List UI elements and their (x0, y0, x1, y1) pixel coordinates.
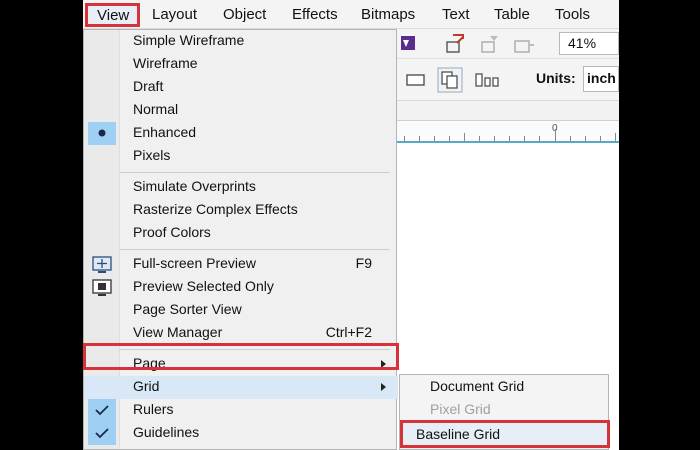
menu-item-proof-colors[interactable]: Proof Colors (84, 222, 398, 245)
property-bar: Units: inch (397, 59, 619, 101)
menu-item-label: Rasterize Complex Effects (133, 201, 298, 217)
menu-item-shortcut: Ctrl+F2 (325, 324, 372, 340)
menu-view-label: View (97, 7, 130, 24)
menu-item-label: Full-screen Preview (133, 255, 256, 271)
menu-effects[interactable]: Effects (292, 6, 338, 23)
menu-item-rulers[interactable]: Rulers (84, 399, 398, 422)
export-icon[interactable] (478, 33, 502, 55)
menu-item-normal[interactable]: Normal (84, 99, 398, 122)
preview-selected-icon (92, 279, 112, 296)
publish-icon[interactable] (512, 33, 536, 55)
menu-item-full-screen-preview[interactable]: Full-screen Preview F9 (84, 253, 398, 276)
menu-separator (120, 172, 390, 173)
menu-item-label: Grid (133, 378, 160, 394)
submenu-item-label: Baseline Grid (416, 426, 501, 442)
radio-dot-icon (98, 129, 106, 137)
menu-item-preview-selected-only[interactable]: Preview Selected Only (84, 276, 398, 299)
menu-item-guidelines[interactable]: Guidelines (84, 422, 398, 445)
menu-item-label: Simple Wireframe (133, 32, 245, 48)
submenu-item-pixel-grid: Pixel Grid (400, 398, 610, 421)
submenu-item-label: Document Grid (430, 378, 525, 394)
submenu-item-label: Pixel Grid (430, 401, 491, 417)
menu-item-enhanced[interactable]: Enhanced (84, 122, 398, 145)
zoom-level-value: 41% (568, 35, 597, 51)
menu-item-label: Page Sorter View (133, 301, 242, 317)
standard-toolbar: 41% (397, 29, 619, 59)
menu-item-label: Proof Colors (133, 224, 211, 240)
menu-view[interactable]: View (85, 3, 140, 27)
grid-item-highlight-frame (83, 343, 399, 370)
menu-item-simulate-overprints[interactable]: Simulate Overprints (84, 176, 398, 199)
checked-indicator (88, 422, 116, 445)
units-label: Units: (536, 70, 576, 86)
submenu-item-document-grid[interactable]: Document Grid (400, 375, 610, 398)
menu-item-wireframe[interactable]: Wireframe (84, 53, 398, 76)
menu-item-view-manager[interactable]: View Manager Ctrl+F2 (84, 322, 398, 345)
menu-tools[interactable]: Tools (555, 6, 590, 23)
menu-item-label: Simulate Overprints (133, 178, 256, 194)
menu-item-rasterize-complex-effects[interactable]: Rasterize Complex Effects (84, 199, 398, 222)
fullscreen-preview-icon (92, 256, 112, 273)
menu-item-page-sorter-view[interactable]: Page Sorter View (84, 299, 398, 322)
corel-logo-icon[interactable] (397, 32, 417, 54)
menu-layout[interactable]: Layout (152, 6, 197, 23)
units-dropdown[interactable]: inch (583, 66, 619, 92)
menu-item-label: Preview Selected Only (133, 278, 274, 294)
menu-item-grid[interactable]: Grid (84, 376, 398, 399)
menu-item-label: Draft (133, 78, 164, 94)
menu-table[interactable]: Table (494, 6, 530, 23)
import-icon[interactable] (443, 33, 467, 55)
submenu-item-baseline-grid[interactable]: Baseline Grid (400, 420, 610, 448)
selected-indicator (88, 122, 116, 145)
menu-item-label: Pixels (133, 147, 171, 163)
menu-separator (120, 249, 390, 250)
menu-item-draft[interactable]: Draft (84, 76, 398, 99)
menu-item-shortcut: F9 (355, 255, 372, 271)
checkmark-icon (95, 428, 109, 439)
menu-item-label: Guidelines (133, 424, 200, 440)
units-value: inch (587, 70, 616, 86)
horizontal-ruler[interactable]: 0 (397, 121, 619, 143)
current-page-icon[interactable] (473, 70, 503, 90)
all-pages-icon[interactable] (437, 67, 463, 93)
menu-bitmaps[interactable]: Bitmaps (361, 6, 415, 23)
menu-object[interactable]: Object (223, 6, 266, 23)
menu-item-simple-wireframe[interactable]: Simple Wireframe (84, 30, 398, 53)
menu-item-label: Enhanced (133, 124, 197, 140)
view-menu-dropdown: Simple Wireframe Wireframe Draft Normal … (83, 29, 398, 450)
menu-item-label: Normal (133, 101, 179, 117)
grid-submenu: Document Grid Pixel Grid Baseline Grid (399, 374, 610, 450)
menu-item-label: Wireframe (133, 55, 198, 71)
landscape-page-icon[interactable] (404, 71, 428, 89)
document-tab-strip (397, 101, 619, 121)
menu-item-pixels[interactable]: Pixels (84, 145, 398, 168)
menu-item-label: View Manager (133, 324, 223, 340)
zoom-level-field[interactable]: 41% (559, 32, 619, 55)
checkmark-icon (95, 405, 109, 416)
menu-bar: View Layout Object Effects Bitmaps Text … (83, 0, 619, 29)
checked-indicator (88, 399, 116, 422)
application-window: View Layout Object Effects Bitmaps Text … (83, 0, 619, 450)
menu-text[interactable]: Text (442, 6, 470, 23)
menu-item-label: Rulers (133, 401, 174, 417)
submenu-arrow-icon (381, 383, 386, 391)
